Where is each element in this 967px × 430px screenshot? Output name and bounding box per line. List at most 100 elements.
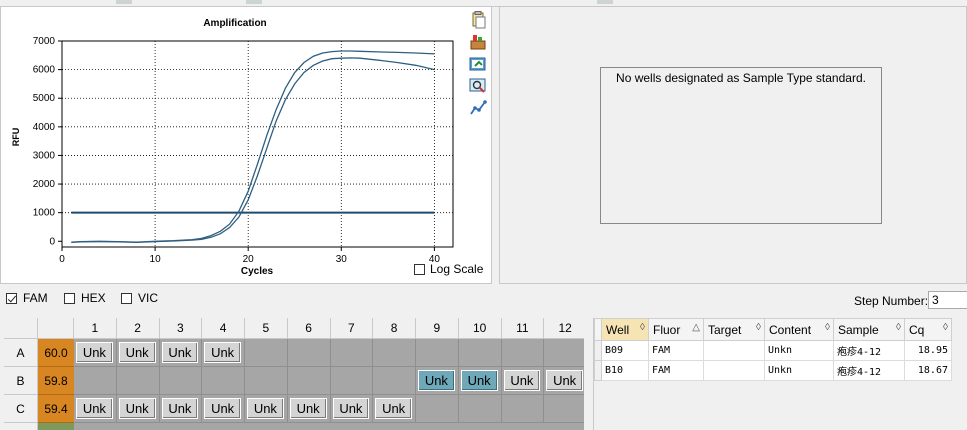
- plate-column-header[interactable]: 12: [544, 318, 584, 339]
- plate-well[interactable]: Unk: [416, 367, 459, 395]
- well-content-label[interactable]: Unk: [546, 370, 583, 391]
- well-content-label[interactable]: Unk: [76, 398, 113, 419]
- zoom-icon[interactable]: [469, 77, 487, 95]
- plate-well[interactable]: Unk: [159, 395, 203, 423]
- well-content-label[interactable]: Unk: [118, 342, 156, 363]
- plate-well[interactable]: Unk: [245, 395, 288, 423]
- table-row[interactable]: B10 FAM Unkn 疱疹4-12 18.67: [594, 360, 952, 381]
- plate-well[interactable]: Unk: [330, 395, 374, 423]
- well-content-label[interactable]: Unk: [503, 370, 541, 391]
- well-content-label[interactable]: Unk: [76, 342, 113, 363]
- plate-well[interactable]: [373, 367, 416, 395]
- plate-row-header[interactable]: C: [4, 395, 38, 423]
- plate-column-header[interactable]: 8: [373, 318, 416, 339]
- well-content-label[interactable]: Unk: [118, 398, 156, 419]
- amplification-chart[interactable]: Amplification RFU Cycles 0 1000 2000 3000 40…: [1, 7, 471, 285]
- plate-well[interactable]: [159, 367, 203, 395]
- plate-well[interactable]: [287, 339, 331, 367]
- toolbar-tab-edge: [246, 0, 262, 4]
- column-header-fluor[interactable]: Fluor △: [648, 318, 704, 341]
- row-selector[interactable]: [594, 360, 602, 381]
- plate-well[interactable]: Unk: [373, 395, 416, 423]
- plate-well[interactable]: [287, 367, 331, 395]
- plate-well[interactable]: [501, 339, 545, 367]
- log-scale-checkbox[interactable]: [414, 263, 425, 275]
- plate-row-header[interactable]: B: [4, 367, 38, 395]
- well-content-label[interactable]: Unk: [375, 398, 412, 419]
- plate-well[interactable]: [373, 339, 416, 367]
- plate-well[interactable]: [416, 339, 459, 367]
- plate-well[interactable]: Unk: [458, 367, 502, 395]
- plate-well[interactable]: Unk: [544, 367, 584, 395]
- copy-icon[interactable]: [469, 11, 487, 29]
- plate-well[interactable]: Unk: [202, 395, 245, 423]
- plate-column-header[interactable]: 7: [330, 318, 374, 339]
- fluor-vic-checkbox[interactable]: [121, 292, 132, 304]
- column-header-target[interactable]: Target ◊: [703, 318, 765, 341]
- well-content-label[interactable]: Unk: [460, 370, 498, 391]
- well-content-label[interactable]: Unk: [247, 398, 284, 419]
- column-header-cq[interactable]: Cq ◊: [904, 318, 952, 341]
- well-content-label[interactable]: Unk: [161, 398, 199, 419]
- log-scale-toggle[interactable]: Log Scale: [414, 262, 483, 276]
- column-header-sample[interactable]: Sample ◊: [833, 318, 905, 341]
- table-row[interactable]: B09 FAM Unkn 疱疹4-12 18.95: [594, 340, 952, 361]
- save-image-icon[interactable]: [469, 55, 487, 73]
- plate-well[interactable]: [202, 367, 245, 395]
- column-header-content[interactable]: Content ◊: [764, 318, 834, 341]
- plate-well[interactable]: Unk: [74, 395, 117, 423]
- sort-icon: ◊: [825, 322, 830, 333]
- plate-well[interactable]: [458, 339, 502, 367]
- plate-well[interactable]: [245, 367, 288, 395]
- plate-well[interactable]: Unk: [116, 339, 160, 367]
- plate-well[interactable]: [74, 367, 117, 395]
- well-content-label[interactable]: Unk: [289, 398, 327, 419]
- x-tick-label: 0: [59, 254, 65, 265]
- plate-column-header[interactable]: 10: [458, 318, 502, 339]
- plate-well[interactable]: [544, 395, 584, 423]
- plate-column-header[interactable]: 5: [245, 318, 288, 339]
- plate-well[interactable]: Unk: [501, 367, 545, 395]
- plate-column-header[interactable]: 11: [501, 318, 545, 339]
- plate-column-header[interactable]: 2: [116, 318, 160, 339]
- plate-well[interactable]: [330, 339, 374, 367]
- well-content-label[interactable]: Unk: [418, 370, 455, 391]
- plate-view: 1 2 3 4 5 6 7 8 9 10 11 12 A 60.0 Unk Unk Unk Unk B 59.8 Unk…: [4, 318, 584, 430]
- column-header-well[interactable]: Well ◊: [601, 318, 649, 341]
- plate-well[interactable]: Unk: [74, 339, 117, 367]
- fluor-fam-label: FAM: [23, 291, 48, 305]
- plate-well[interactable]: [458, 395, 502, 423]
- chart-settings-icon[interactable]: [469, 99, 487, 117]
- plate-well[interactable]: [544, 339, 584, 367]
- plate-well[interactable]: Unk: [202, 339, 245, 367]
- export-icon[interactable]: [469, 33, 487, 51]
- plate-well[interactable]: Unk: [287, 395, 331, 423]
- fluor-vic[interactable]: VIC: [121, 291, 158, 305]
- plate-well[interactable]: Unk: [116, 395, 160, 423]
- cell-sample: 疱疹4-12: [833, 340, 905, 361]
- fluor-fam-checkbox[interactable]: [6, 292, 17, 304]
- plate-column-header[interactable]: 6: [287, 318, 331, 339]
- plate-column-header[interactable]: 3: [159, 318, 203, 339]
- column-header-label: Well: [606, 322, 630, 337]
- fluor-hex-checkbox[interactable]: [64, 292, 75, 304]
- well-content-label[interactable]: Unk: [332, 398, 370, 419]
- plate-well[interactable]: [245, 339, 288, 367]
- plate-well[interactable]: [116, 367, 160, 395]
- plate-well[interactable]: [501, 395, 545, 423]
- plate-row-header[interactable]: A: [4, 339, 38, 367]
- plate-well[interactable]: [416, 395, 459, 423]
- well-content-label[interactable]: Unk: [204, 398, 241, 419]
- plate-column-header[interactable]: 4: [202, 318, 245, 339]
- plate-column-header[interactable]: 1: [74, 318, 117, 339]
- plate-well[interactable]: [330, 367, 374, 395]
- well-content-label[interactable]: Unk: [161, 342, 199, 363]
- well-content-label[interactable]: Unk: [204, 342, 241, 363]
- plate-corner[interactable]: [38, 318, 74, 339]
- plate-column-header[interactable]: 9: [416, 318, 459, 339]
- fluor-fam[interactable]: FAM: [6, 291, 48, 305]
- row-selector[interactable]: [594, 340, 602, 361]
- fluor-hex[interactable]: HEX: [64, 291, 106, 305]
- plate-well[interactable]: Unk: [159, 339, 203, 367]
- step-number-field[interactable]: 3: [928, 291, 967, 309]
